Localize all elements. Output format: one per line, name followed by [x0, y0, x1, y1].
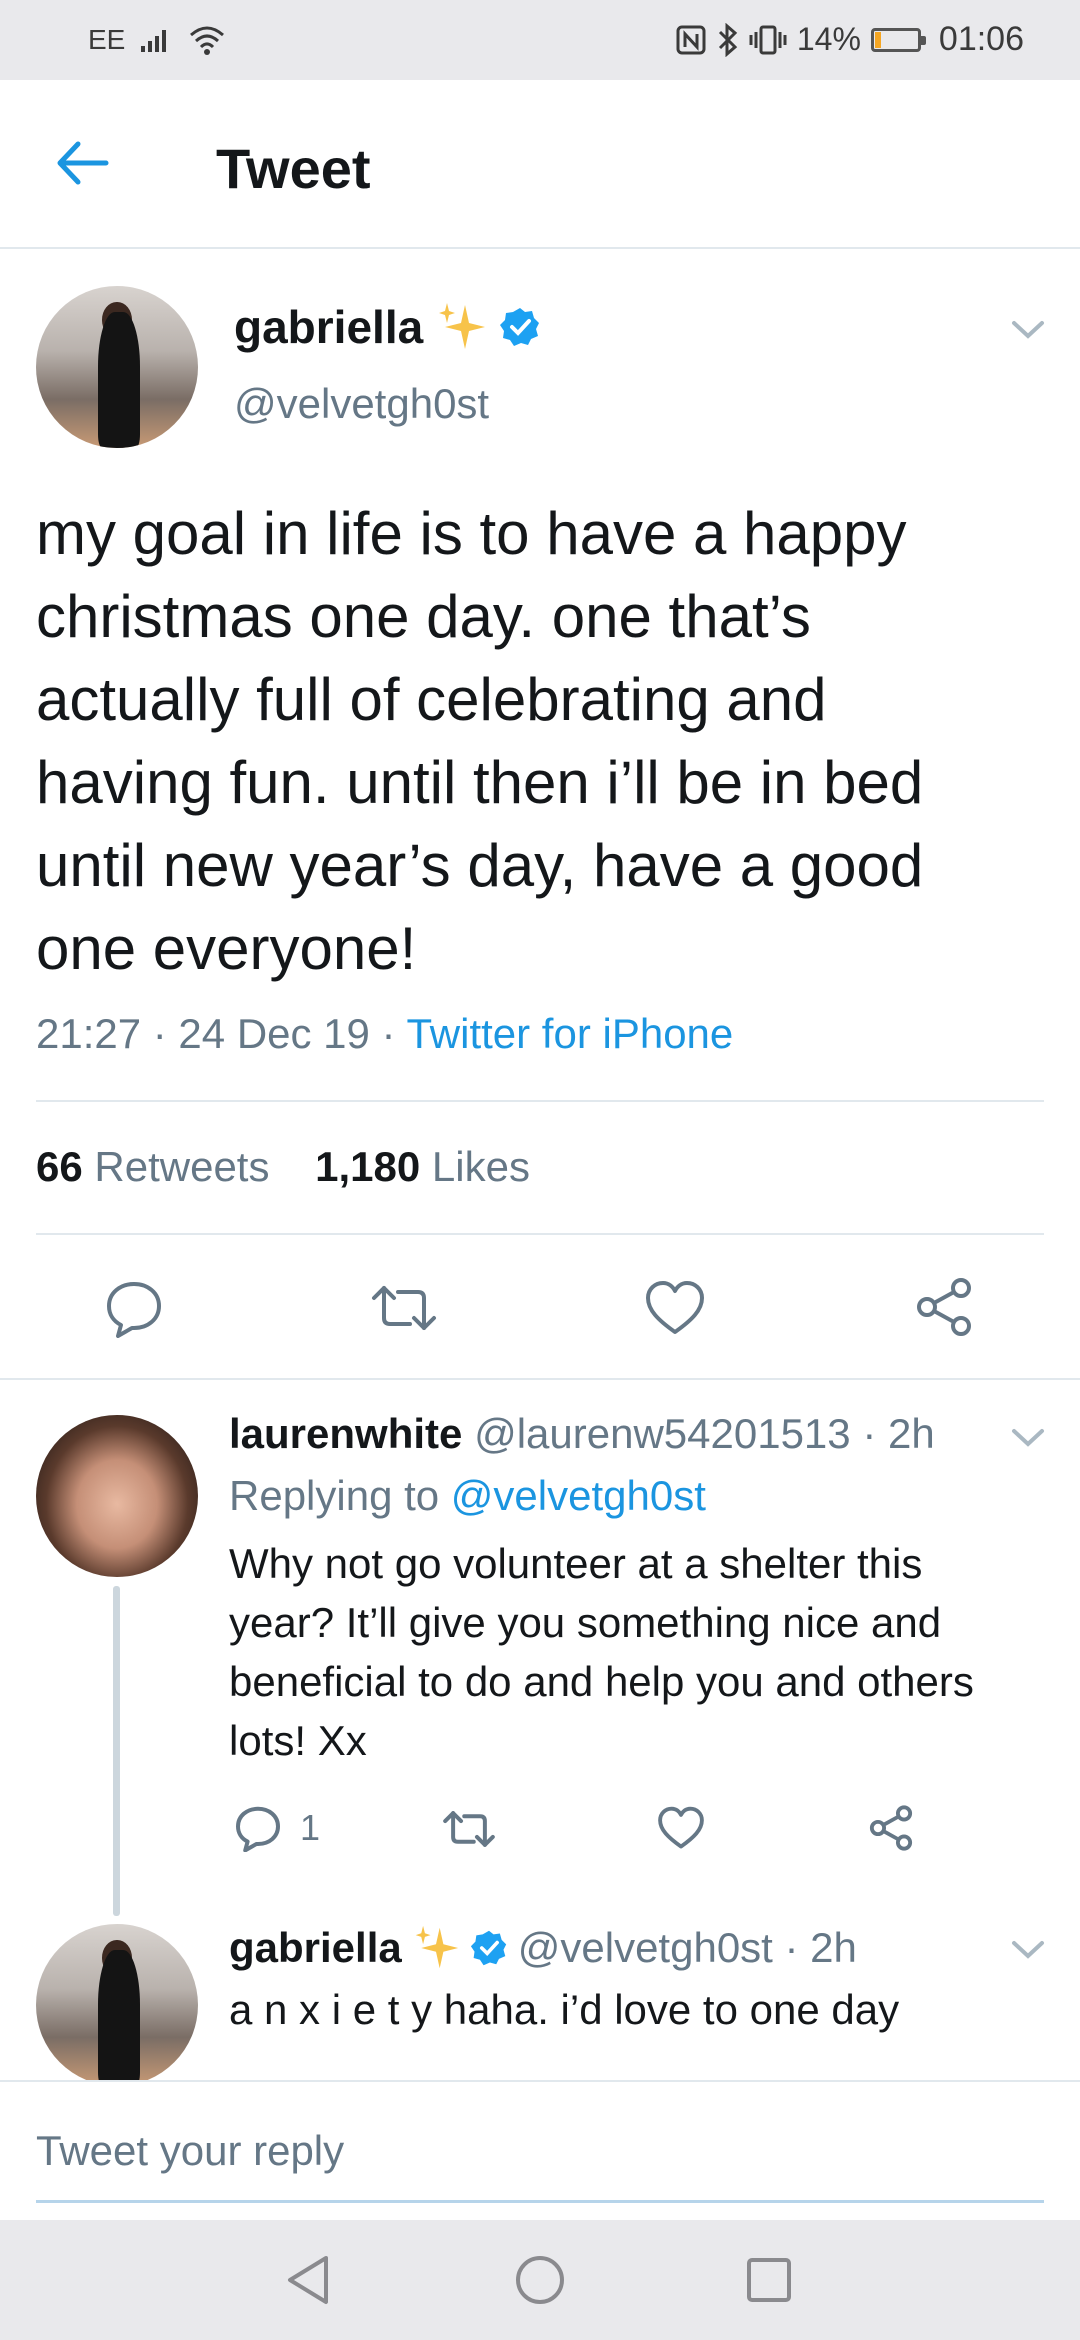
author-handle[interactable]: @velvetgh0st [234, 380, 489, 428]
share-icon[interactable] [868, 1804, 914, 1852]
likes-stat[interactable]: 1,180 Likes [315, 1143, 530, 1190]
bluetooth-icon [718, 22, 738, 57]
carrier-label: EE [88, 24, 126, 55]
battery-icon [870, 27, 926, 52]
reply-composer[interactable]: Tweet your reply [0, 2080, 1080, 2222]
tweet-text: my goal in life is to have a happy chris… [36, 492, 1046, 990]
top-app-bar: Tweet [0, 80, 1080, 249]
status-carrier-group: EE [88, 24, 225, 56]
retweet-icon[interactable] [442, 1808, 496, 1850]
reply-author-name[interactable]: gabriella [229, 1924, 402, 1972]
wifi-icon [190, 26, 225, 55]
reply-author-name[interactable]: laurenwhite [229, 1410, 462, 1457]
retweets-label: Retweets [94, 1143, 270, 1190]
reply-input-placeholder[interactable]: Tweet your reply [36, 2127, 344, 2175]
tweet-counts: 66 Retweets 1,180 Likes [36, 1143, 530, 1191]
tweet-text-line: christmas one day. one that’s [36, 583, 811, 650]
sparkles-icon [415, 1925, 458, 1969]
reply-action-reply[interactable]: 1 [234, 1804, 320, 1852]
tweet-text-line: until new year’s day, have a good [36, 832, 924, 899]
sparkles-icon [439, 303, 486, 349]
replying-to: Replying to @velvetgh0st [229, 1472, 706, 1520]
reply-count: 1 [300, 1807, 321, 1848]
chevron-down-icon[interactable] [1011, 320, 1045, 340]
system-nav-bar [0, 2220, 1080, 2340]
reply-handle-time[interactable]: @laurenw54201513 · 2h [474, 1410, 935, 1457]
likes-count: 1,180 [315, 1143, 421, 1190]
battery-percent: 14% [796, 21, 861, 57]
reply-handle-time[interactable]: @velvetgh0st · 2h [518, 1924, 857, 1972]
share-icon[interactable] [914, 1276, 974, 1338]
reply-text-line: year? It’ll give you something nice and [229, 1599, 942, 1646]
reply-input-underline [36, 2200, 1044, 2203]
divider [36, 1233, 1044, 1235]
reply-header: gabriella @velvetgh0st · 2h [229, 1924, 857, 1972]
status-time: 01:06 [938, 20, 1024, 58]
tweet-source-link[interactable]: Twitter for iPhone [406, 1010, 733, 1057]
reply-header: laurenwhite @laurenw54201513 · 2h [229, 1410, 935, 1458]
tweet-text-line: my goal in life is to have a happy [36, 500, 907, 567]
replying-to-prefix: Replying to [229, 1472, 451, 1519]
signal-icon [141, 30, 167, 52]
reply-text-line: beneficial to do and help you and others [229, 1658, 974, 1705]
reply-text-line: Why not go volunteer at a shelter this [229, 1540, 923, 1587]
thread-line [113, 1586, 120, 1916]
divider [36, 1100, 1044, 1102]
vibrate-icon [749, 25, 787, 54]
reply-avatar[interactable] [36, 1924, 198, 2086]
tweet-text-line: having fun. until then i’ll be in bed [36, 749, 924, 816]
author-name[interactable]: gabriella [234, 300, 423, 354]
recents-nav-icon[interactable] [745, 2256, 793, 2304]
reply-text: Why not go volunteer at a shelter this y… [229, 1534, 1049, 1770]
section-divider [0, 1378, 1080, 1380]
verified-badge-icon [500, 308, 540, 346]
tweet-timestamp: 21:27 · 24 Dec 19 · [36, 1010, 407, 1057]
tweet-text-line: actually full of celebrating and [36, 666, 827, 733]
home-nav-icon[interactable] [514, 2254, 566, 2306]
retweets-count: 66 [36, 1143, 83, 1190]
reply-icon[interactable] [104, 1278, 164, 1338]
chevron-down-icon[interactable] [1011, 1940, 1045, 1960]
author-avatar[interactable] [36, 286, 198, 448]
reply-avatar[interactable] [36, 1415, 198, 1577]
verified-badge-icon [470, 1930, 506, 1966]
replying-to-handle[interactable]: @velvetgh0st [451, 1472, 706, 1519]
reply-icon [236, 1806, 280, 1852]
like-icon[interactable] [644, 1280, 706, 1336]
status-bar: EE 14% 01:06 [0, 0, 1080, 80]
likes-label: Likes [431, 1143, 530, 1190]
author-name-row: gabriella [234, 300, 541, 354]
chevron-down-icon[interactable] [1011, 1428, 1045, 1448]
tweet-meta: 21:27 · 24 Dec 19 · Twitter for iPhone [36, 1010, 733, 1058]
retweets-stat[interactable]: 66 Retweets [36, 1143, 269, 1190]
retweet-icon[interactable] [370, 1282, 438, 1334]
page-title: Tweet [216, 137, 371, 200]
back-arrow-icon[interactable] [52, 138, 112, 188]
nfc-icon [676, 25, 706, 54]
reply-text: a n x i e t y haha. i’d love to one day [229, 1986, 900, 2033]
like-icon[interactable] [657, 1806, 705, 1850]
status-right-group: 14% 01:06 [675, 20, 1024, 59]
tweet-text-line: one everyone! [36, 915, 417, 982]
reply-text-line: lots! Xx [229, 1717, 367, 1764]
back-nav-icon[interactable] [284, 2254, 332, 2306]
